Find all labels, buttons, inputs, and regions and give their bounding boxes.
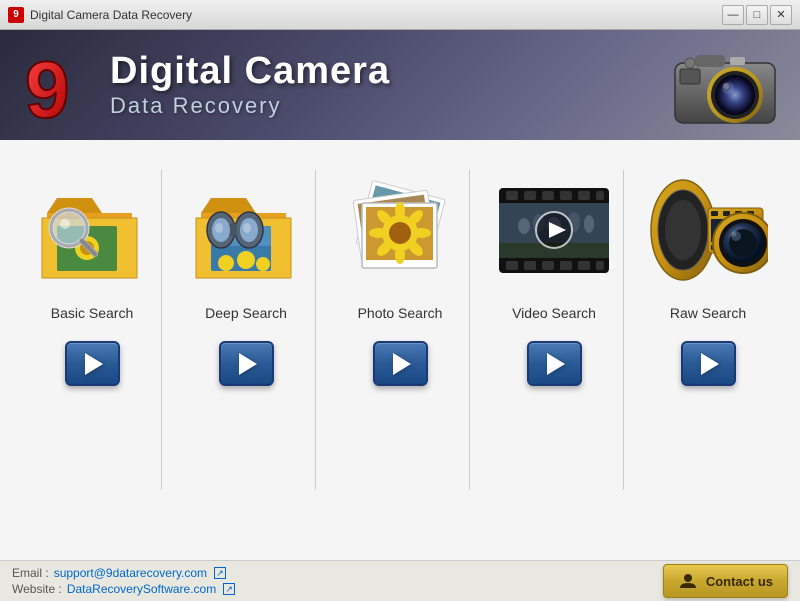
title-bar: 9 Digital Camera Data Recovery — □ ✕ — [0, 0, 800, 30]
email-label: Email : — [12, 566, 49, 580]
website-link[interactable]: DataRecoverySoftware.com — [67, 582, 216, 596]
email-link[interactable]: support@9datarecovery.com — [54, 566, 207, 580]
photo-search-label: Photo Search — [358, 305, 443, 321]
svg-text:9: 9 — [25, 45, 70, 125]
video-search-label: Video Search — [512, 305, 596, 321]
video-search-item: Video Search — [484, 170, 624, 550]
logo-nine: 9 — [20, 45, 95, 125]
footer-contact-info: Email : support@9datarecovery.com ↗ Webs… — [12, 566, 235, 596]
main-content: Basic Search — [0, 140, 800, 560]
search-options: Basic Search — [10, 170, 790, 550]
basic-search-item: Basic Search — [22, 170, 162, 550]
email-row: Email : support@9datarecovery.com ↗ — [12, 566, 235, 580]
app-sub-title: Data Recovery — [110, 93, 670, 119]
raw-search-icon — [648, 170, 768, 290]
photo-search-play-button[interactable] — [373, 341, 428, 386]
email-external-icon: ↗ — [214, 567, 226, 579]
photo-search-item: Photo Search — [330, 170, 470, 550]
close-button[interactable]: ✕ — [770, 5, 792, 25]
minimize-button[interactable]: — — [722, 5, 744, 25]
maximize-button[interactable]: □ — [746, 5, 768, 25]
footer: Email : support@9datarecovery.com ↗ Webs… — [0, 560, 800, 601]
basic-search-icon — [32, 170, 152, 290]
header-title: Digital Camera Data Recovery — [110, 51, 670, 119]
title-bar-left: 9 Digital Camera Data Recovery — [8, 7, 192, 23]
app-main-title: Digital Camera — [110, 51, 670, 93]
deep-search-item: Deep Search — [176, 170, 316, 550]
photo-search-icon — [340, 170, 460, 290]
deep-search-play-button[interactable] — [219, 341, 274, 386]
basic-search-play-button[interactable] — [65, 341, 120, 386]
deep-search-label: Deep Search — [205, 305, 287, 321]
window-title: Digital Camera Data Recovery — [30, 8, 192, 22]
website-label: Website : — [12, 582, 62, 596]
video-search-play-button[interactable] — [527, 341, 582, 386]
contact-us-label: Contact us — [706, 574, 773, 589]
deep-search-icon — [186, 170, 306, 290]
raw-search-label: Raw Search — [670, 305, 746, 321]
website-row: Website : DataRecoverySoftware.com ↗ — [12, 582, 235, 596]
window-controls: — □ ✕ — [722, 5, 792, 25]
raw-search-item: Raw Search — [638, 170, 778, 550]
basic-search-label: Basic Search — [51, 305, 133, 321]
app-header: 9 Digital Camera Data Recovery — [0, 30, 800, 140]
contact-us-icon — [678, 571, 698, 591]
raw-search-play-button[interactable] — [681, 341, 736, 386]
video-search-icon — [494, 170, 614, 290]
contact-us-button[interactable]: Contact us — [663, 564, 788, 598]
app-icon: 9 — [8, 7, 24, 23]
camera-icon — [670, 43, 780, 128]
website-external-icon: ↗ — [223, 583, 235, 595]
